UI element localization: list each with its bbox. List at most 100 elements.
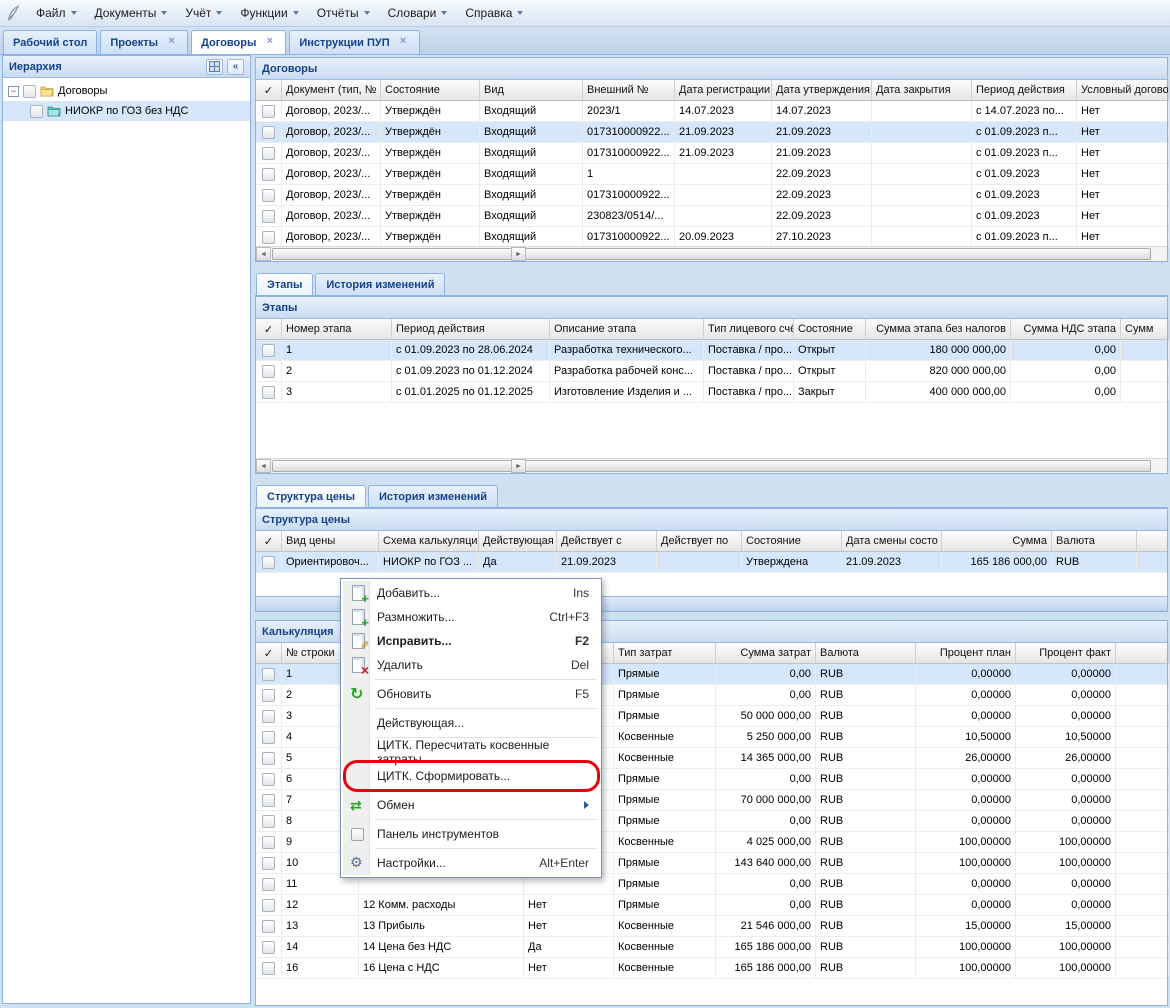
context-menu-item[interactable]: Размножить...Ctrl+F3 xyxy=(343,605,599,629)
column-header[interactable]: Процент план xyxy=(916,643,1016,663)
column-header[interactable]: Период действия xyxy=(392,319,550,339)
row-checkbox[interactable] xyxy=(262,126,275,139)
column-header[interactable]: ✓ xyxy=(256,531,282,551)
context-menu-item[interactable]: ЦИТК. Сформировать... xyxy=(343,764,599,788)
row-checkbox[interactable] xyxy=(262,168,275,181)
menubar-item[interactable]: Отчёты xyxy=(308,0,379,27)
tab[interactable]: Этапы xyxy=(256,273,313,295)
column-header[interactable]: Тип лицевого счёт xyxy=(704,319,794,339)
column-header[interactable]: Дата утверждения xyxy=(772,80,872,100)
column-header[interactable]: Состояние xyxy=(794,319,866,339)
tab[interactable]: История изменений xyxy=(315,273,445,295)
close-icon[interactable]: × xyxy=(397,36,410,49)
column-header[interactable]: Сумма xyxy=(942,531,1052,551)
context-menu-item[interactable]: Панель инструментов xyxy=(343,822,599,846)
row-checkbox[interactable] xyxy=(262,210,275,223)
tree-node-child[interactable]: НИОКР по ГОЗ без НДС xyxy=(3,101,250,121)
horizontal-scrollbar[interactable]: ◄ ► xyxy=(256,458,1167,473)
tab[interactable]: Проекты× xyxy=(100,30,188,54)
row-checkbox[interactable] xyxy=(262,231,275,244)
row-checkbox[interactable] xyxy=(262,556,275,569)
menubar-item[interactable]: Словари xyxy=(379,0,457,27)
column-header[interactable]: Дата регистрации xyxy=(675,80,772,100)
table-row[interactable]: 1313 ПрибыльНетКосвенные21 546 000,00RUB… xyxy=(256,916,1167,937)
row-checkbox[interactable] xyxy=(262,815,275,828)
context-menu-item[interactable]: Обмен xyxy=(343,793,599,817)
collapse-panel-button[interactable]: « xyxy=(227,59,244,75)
row-checkbox[interactable] xyxy=(262,794,275,807)
column-header[interactable]: Вид xyxy=(480,80,583,100)
row-checkbox[interactable] xyxy=(262,899,275,912)
node-checkbox[interactable] xyxy=(30,105,43,118)
table-row[interactable]: 2с 01.09.2023 по 01.12.2024Разработка ра… xyxy=(256,361,1167,382)
table-row[interactable]: 1212 Комм. расходыНетПрямые0,00RUB0,0000… xyxy=(256,895,1167,916)
context-menu-item[interactable]: Настройки...Alt+Enter xyxy=(343,851,599,875)
table-row[interactable]: Договор, 2023/...УтверждёнВходящий017310… xyxy=(256,227,1167,248)
menubar-item[interactable]: Учёт xyxy=(176,0,231,27)
columns-settings-button[interactable] xyxy=(206,59,223,75)
menubar-item[interactable]: Документы xyxy=(86,0,177,27)
scroll-right-button[interactable]: ► xyxy=(511,247,526,261)
scroll-thumb[interactable] xyxy=(272,460,1151,472)
scroll-left-button[interactable]: ◄ xyxy=(256,247,271,261)
menubar-item[interactable]: Справка xyxy=(456,0,532,27)
column-header[interactable]: Валюта xyxy=(1052,531,1137,551)
row-checkbox[interactable] xyxy=(262,731,275,744)
table-row[interactable]: 1414 Цена без НДСДаКосвенные165 186 000,… xyxy=(256,937,1167,958)
table-row[interactable]: Договор, 2023/...УтверждёнВходящий017310… xyxy=(256,143,1167,164)
context-menu-item[interactable]: Действующая... xyxy=(343,711,599,735)
scroll-left-button[interactable]: ◄ xyxy=(256,459,271,473)
column-header[interactable]: Сумма НДС этапа xyxy=(1011,319,1121,339)
table-row[interactable]: Договор, 2023/...УтверждёнВходящий230823… xyxy=(256,206,1167,227)
table-row[interactable]: Договор, 2023/...УтверждёнВходящий017310… xyxy=(256,185,1167,206)
menubar-item[interactable]: Функции xyxy=(231,0,307,27)
row-checkbox[interactable] xyxy=(262,365,275,378)
row-checkbox[interactable] xyxy=(262,710,275,723)
column-header[interactable]: Условный догово xyxy=(1077,80,1169,100)
horizontal-scrollbar[interactable]: ◄ ► xyxy=(256,246,1167,261)
column-header[interactable]: Вид цены xyxy=(282,531,379,551)
column-header[interactable]: Процент факт xyxy=(1016,643,1116,663)
column-header[interactable]: Внешний № xyxy=(583,80,675,100)
row-checkbox[interactable] xyxy=(262,962,275,975)
table-row[interactable]: Договор, 2023/...УтверждёнВходящий122.09… xyxy=(256,164,1167,185)
context-menu-item[interactable]: Исправить...F2 xyxy=(343,629,599,653)
table-row[interactable]: Договор, 2023/...УтверждёнВходящий2023/1… xyxy=(256,101,1167,122)
column-header[interactable]: Сумма затрат xyxy=(716,643,816,663)
column-header[interactable]: Сумма этапа без налогов xyxy=(866,319,1011,339)
context-menu-item[interactable]: УдалитьDel xyxy=(343,653,599,677)
scroll-thumb[interactable] xyxy=(272,248,1151,260)
column-header[interactable]: ✓ xyxy=(256,319,282,339)
column-header[interactable]: Номер этапа xyxy=(282,319,392,339)
context-menu-item[interactable]: Добавить...Ins xyxy=(343,581,599,605)
tree-node-root[interactable]: − Договоры xyxy=(3,81,250,101)
column-header[interactable]: Состояние xyxy=(742,531,842,551)
tab[interactable]: Договоры× xyxy=(191,30,286,54)
column-header[interactable]: Схема калькуляци xyxy=(379,531,479,551)
table-row[interactable]: Договор, 2023/...УтверждёнВходящий017310… xyxy=(256,122,1167,143)
tab[interactable]: История изменений xyxy=(368,485,498,507)
table-row[interactable]: 1с 01.09.2023 по 28.06.2024Разработка те… xyxy=(256,340,1167,361)
tab[interactable]: Рабочий стол xyxy=(3,30,97,54)
row-checkbox[interactable] xyxy=(262,773,275,786)
column-header[interactable] xyxy=(1116,643,1169,663)
table-row[interactable]: 3с 01.01.2025 по 01.12.2025Изготовление … xyxy=(256,382,1167,403)
row-checkbox[interactable] xyxy=(262,668,275,681)
scroll-right-button[interactable]: ► xyxy=(511,459,526,473)
column-header[interactable]: Действует с xyxy=(557,531,657,551)
row-checkbox[interactable] xyxy=(262,147,275,160)
column-header[interactable]: Тип затрат xyxy=(614,643,716,663)
column-header[interactable]: Документ (тип, № xyxy=(282,80,381,100)
menubar-item[interactable]: Файл xyxy=(27,0,86,27)
column-header[interactable]: Валюта xyxy=(816,643,916,663)
column-header[interactable]: Дата закрытия xyxy=(872,80,972,100)
row-checkbox[interactable] xyxy=(262,941,275,954)
column-header[interactable]: Действует по xyxy=(657,531,742,551)
tab[interactable]: Инструкции ПУП× xyxy=(289,30,419,54)
column-header[interactable]: ✓ xyxy=(256,643,282,663)
table-row[interactable]: 1616 Цена с НДСНетКосвенные165 186 000,0… xyxy=(256,958,1167,979)
row-checkbox[interactable] xyxy=(262,105,275,118)
column-header[interactable]: Период действия xyxy=(972,80,1077,100)
column-header[interactable]: Сумм xyxy=(1121,319,1169,339)
row-checkbox[interactable] xyxy=(262,689,275,702)
